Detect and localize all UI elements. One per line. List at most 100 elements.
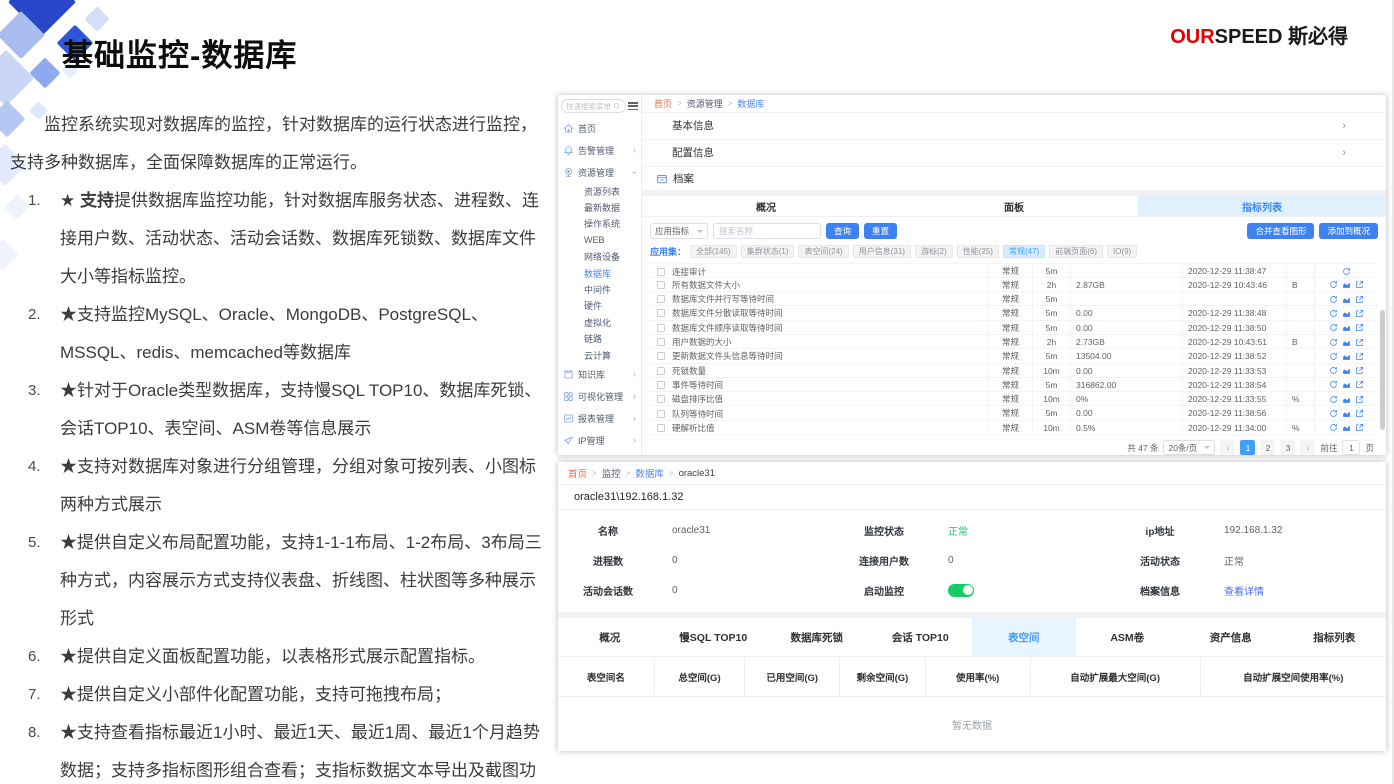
next-page-button[interactable]: › xyxy=(1300,440,1315,455)
breadcrumb-database[interactable]: 数据库 xyxy=(635,466,664,480)
metric-type-select[interactable]: 应用指标 xyxy=(650,223,708,239)
checkbox[interactable] xyxy=(657,281,665,289)
app-set-tag[interactable]: 全部(145) xyxy=(690,245,737,258)
refresh-icon[interactable] xyxy=(1329,395,1338,404)
extlink-icon[interactable] xyxy=(1355,352,1364,361)
app-set-tag[interactable]: 用户信息(31) xyxy=(853,245,911,258)
goto-page-input[interactable]: 1 xyxy=(1342,440,1360,455)
detail-tab[interactable]: 指标列表 xyxy=(1283,618,1387,656)
scrollbar-thumb[interactable] xyxy=(1380,310,1385,430)
checkbox[interactable] xyxy=(657,295,665,303)
chartarea-icon[interactable] xyxy=(1342,338,1351,347)
sidebar-item[interactable]: 可视化管理› xyxy=(558,385,641,407)
extlink-icon[interactable] xyxy=(1355,323,1364,332)
chartarea-icon[interactable] xyxy=(1342,409,1351,418)
chartarea-icon[interactable] xyxy=(1342,280,1351,289)
detail-tab[interactable]: ASM卷 xyxy=(1076,618,1180,656)
page-number[interactable]: 3 xyxy=(1280,440,1295,455)
page-number[interactable]: 1 xyxy=(1240,440,1255,455)
refresh-icon[interactable] xyxy=(1342,267,1351,276)
page-size-select[interactable]: 20条/页 xyxy=(1163,440,1215,455)
prev-page-button[interactable]: ‹ xyxy=(1220,440,1235,455)
extlink-icon[interactable] xyxy=(1355,338,1364,347)
detail-tab[interactable]: 资产信息 xyxy=(1179,618,1283,656)
sidebar-subitem[interactable]: 资源列表 xyxy=(558,183,641,199)
refresh-icon[interactable] xyxy=(1329,380,1338,389)
chartarea-icon[interactable] xyxy=(1342,309,1351,318)
chartarea-icon[interactable] xyxy=(1342,380,1351,389)
sidebar-subitem[interactable]: 硬件 xyxy=(558,298,641,314)
checkbox[interactable] xyxy=(657,424,665,432)
checkbox[interactable] xyxy=(657,309,665,317)
tab-item[interactable]: 面板 xyxy=(890,196,1138,216)
detail-tab[interactable]: 会话 TOP10 xyxy=(869,618,973,656)
chartarea-icon[interactable] xyxy=(1342,295,1351,304)
refresh-icon[interactable] xyxy=(1329,352,1338,361)
app-set-tag[interactable]: 常规(47) xyxy=(1003,245,1045,258)
sidebar-subitem[interactable]: 中间件 xyxy=(558,281,641,297)
extlink-icon[interactable] xyxy=(1355,295,1364,304)
chartarea-icon[interactable] xyxy=(1342,395,1351,404)
refresh-icon[interactable] xyxy=(1329,409,1338,418)
detail-tab[interactable]: 概况 xyxy=(558,618,662,656)
refresh-icon[interactable] xyxy=(1329,423,1338,432)
extlink-icon[interactable] xyxy=(1355,395,1364,404)
checkbox[interactable] xyxy=(657,324,665,332)
extlink-icon[interactable] xyxy=(1355,423,1364,432)
menu-collapse-icon[interactable] xyxy=(628,102,638,110)
checkbox[interactable] xyxy=(657,352,665,360)
query-button[interactable]: 查询 xyxy=(826,223,859,239)
reset-button[interactable]: 重置 xyxy=(864,223,897,239)
chartarea-icon[interactable] xyxy=(1342,323,1351,332)
sidebar-subitem[interactable]: WEB xyxy=(558,232,641,248)
sidebar-item[interactable]: 报表管理› xyxy=(558,407,641,429)
breadcrumb-home[interactable]: 首页 xyxy=(568,466,587,480)
detail-tab[interactable]: 数据库死锁 xyxy=(765,618,869,656)
sidebar-item[interactable]: IP管理› xyxy=(558,429,641,451)
sidebar-subitem[interactable]: 链路 xyxy=(558,331,641,347)
section-config-info[interactable]: 配置信息 › xyxy=(642,140,1386,167)
sidebar-subitem[interactable]: 数据库 xyxy=(558,265,641,281)
breadcrumb-monitor[interactable]: 监控 xyxy=(602,466,621,480)
detail-tab[interactable]: 表空间 xyxy=(972,618,1076,656)
tab-item[interactable]: 概况 xyxy=(642,196,890,216)
extlink-icon[interactable] xyxy=(1355,380,1364,389)
sidebar-item[interactable]: 告警管理› xyxy=(558,139,641,161)
search-name-input[interactable]: 搜索名称 xyxy=(713,223,821,239)
section-basic-info[interactable]: 基本信息 › xyxy=(642,113,1386,140)
checkbox[interactable] xyxy=(657,338,665,346)
tab-active[interactable]: 指标列表 xyxy=(1138,196,1386,216)
app-set-tag[interactable]: 集群状态(1) xyxy=(741,245,795,258)
extlink-icon[interactable] xyxy=(1355,409,1364,418)
monitor-toggle[interactable] xyxy=(948,584,974,597)
add-to-overview-button[interactable]: 添加到概况 xyxy=(1319,223,1378,239)
breadcrumb-resource[interactable]: 资源管理 xyxy=(687,97,723,110)
checkbox[interactable] xyxy=(657,410,665,418)
chartarea-icon[interactable] xyxy=(1342,423,1351,432)
app-set-tag[interactable]: 性能(25) xyxy=(957,245,999,258)
breadcrumb-home[interactable]: 首页 xyxy=(654,97,672,110)
view-detail-link[interactable]: 查看详情 xyxy=(1224,583,1264,598)
sidebar-subitem[interactable]: 云计算 xyxy=(558,347,641,363)
section-archive[interactable]: 档案 xyxy=(642,167,1386,190)
extlink-icon[interactable] xyxy=(1355,309,1364,318)
sidebar-subitem[interactable]: 网络设备 xyxy=(558,249,641,265)
checkbox[interactable] xyxy=(657,268,665,276)
refresh-icon[interactable] xyxy=(1329,338,1338,347)
app-set-tag[interactable]: IO(9) xyxy=(1107,245,1137,258)
sidebar-item[interactable]: 知识库› xyxy=(558,363,641,385)
checkbox[interactable] xyxy=(657,395,665,403)
page-number[interactable]: 2 xyxy=(1260,440,1275,455)
checkbox[interactable] xyxy=(657,381,665,389)
refresh-icon[interactable] xyxy=(1329,366,1338,375)
extlink-icon[interactable] xyxy=(1355,280,1364,289)
refresh-icon[interactable] xyxy=(1329,323,1338,332)
chartarea-icon[interactable] xyxy=(1342,366,1351,375)
chartarea-icon[interactable] xyxy=(1342,352,1351,361)
app-set-tag[interactable]: 表空间(24) xyxy=(798,245,848,258)
refresh-icon[interactable] xyxy=(1329,295,1338,304)
detail-tab[interactable]: 慢SQL TOP10 xyxy=(662,618,766,656)
app-set-tag[interactable]: 游标(2) xyxy=(915,245,953,258)
sidebar-subitem[interactable]: 最新数据 xyxy=(558,199,641,215)
app-set-tag[interactable]: 前端页面(6) xyxy=(1049,245,1103,258)
